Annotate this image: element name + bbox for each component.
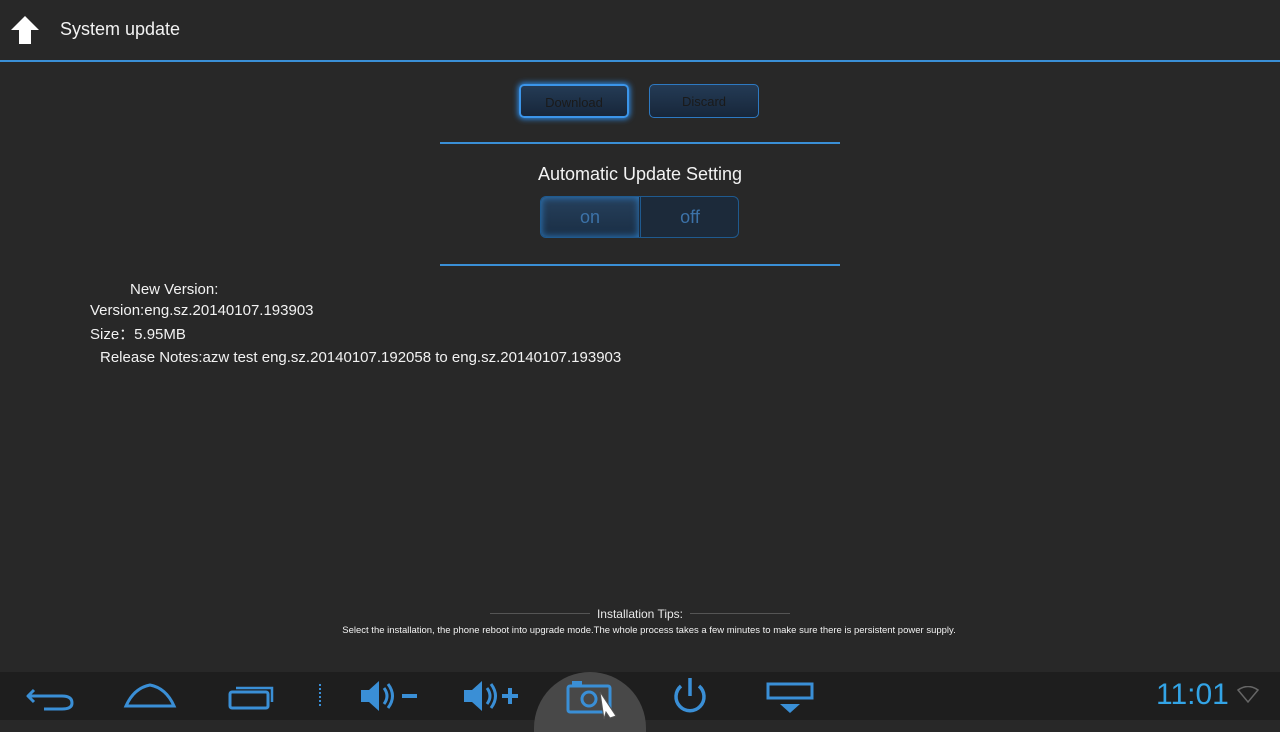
- discard-button[interactable]: Discard: [649, 84, 759, 118]
- clock: 11:01: [1156, 678, 1229, 711]
- wifi-icon: [1237, 686, 1259, 704]
- action-bar: System update: [0, 0, 1280, 60]
- separator-dots: [319, 684, 321, 706]
- toggle-off-option[interactable]: off: [640, 197, 738, 237]
- volume-down-icon[interactable]: [355, 672, 421, 720]
- installation-tips-text: Select the installation, the phone reboo…: [342, 625, 956, 636]
- up-arrow-icon[interactable]: [10, 15, 40, 45]
- size-text: Size：5.95MB: [90, 326, 186, 343]
- volume-up-icon[interactable]: [458, 672, 524, 720]
- power-icon[interactable]: [664, 672, 716, 720]
- section-divider: [440, 264, 840, 266]
- tips-divider-right: [690, 613, 790, 614]
- toggle-on-option[interactable]: on: [541, 197, 639, 237]
- auto-update-toggle: on off: [540, 196, 739, 238]
- back-icon[interactable]: [22, 672, 78, 720]
- auto-update-title: Automatic Update Setting: [537, 164, 743, 184]
- navigation-bar: 11:01: [0, 672, 1280, 732]
- release-notes-text: Release Notes:azw test eng.sz.20140107.1…: [100, 349, 622, 366]
- new-version-label: New Version:: [130, 281, 219, 298]
- download-button[interactable]: Download: [519, 84, 629, 118]
- tips-divider-left: [490, 613, 590, 614]
- version-text: Version:eng.sz.20140107.193903: [90, 302, 314, 319]
- home-icon[interactable]: [120, 672, 180, 720]
- section-divider: [440, 142, 840, 144]
- top-divider: [0, 60, 1280, 62]
- installation-tips-title: Installation Tips:: [596, 607, 684, 621]
- recent-apps-icon[interactable]: [220, 672, 280, 720]
- hide-bar-icon[interactable]: [762, 672, 818, 720]
- page-title: System update: [60, 19, 181, 39]
- screenshot-icon[interactable]: [560, 672, 624, 720]
